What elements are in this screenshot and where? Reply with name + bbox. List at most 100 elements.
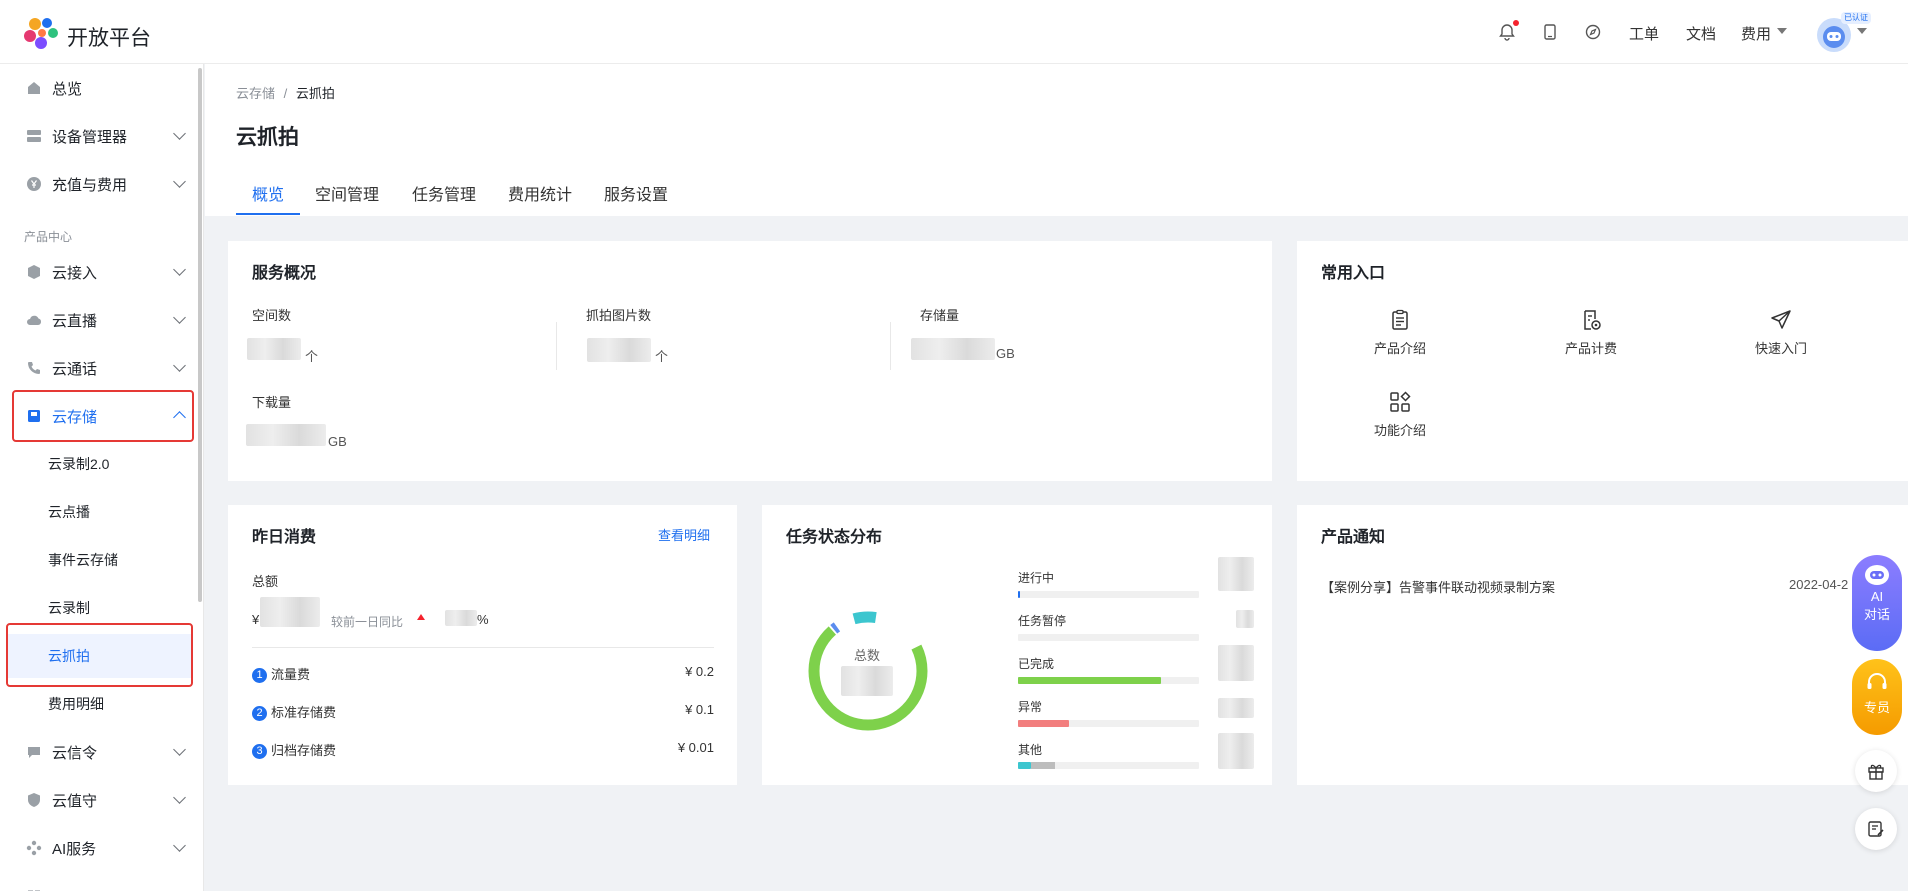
notice-item-date: 2022-04-2	[1789, 577, 1849, 592]
sidebar-item-label: 充值与费用	[52, 176, 128, 194]
sidebar-item-cloud-call[interactable]: 云通话	[12, 346, 192, 390]
apps-icon	[1390, 391, 1411, 412]
status-label: 其他	[1018, 743, 1043, 757]
sidebar-subitem[interactable]: 费用明细	[8, 682, 192, 726]
quick-entry-label: 产品介绍	[1373, 341, 1426, 356]
sidebar-item-overview[interactable]: 总览	[12, 66, 192, 110]
quick-entry-label: 产品计费	[1564, 341, 1617, 356]
total-value-blurred	[260, 597, 320, 627]
divider	[556, 322, 557, 370]
status-label: 进行中	[1018, 571, 1055, 585]
sidebar-item-cut-off[interactable]	[12, 874, 192, 891]
server-icon	[27, 130, 41, 142]
view-details-link[interactable]: 查看明细	[658, 525, 710, 544]
sidebar-subitem[interactable]: 事件云存储	[8, 538, 192, 582]
fee-value: ¥ 0.01	[677, 740, 714, 755]
donut-center-label: 总数	[853, 648, 880, 663]
download-label: 下载量	[252, 395, 292, 410]
tab-service-settings[interactable]: 服务设置	[604, 181, 668, 205]
breadcrumb-separator: /	[283, 86, 288, 101]
product-notice-card	[1297, 505, 1908, 785]
quick-entry-pricing[interactable]: 产品计费	[1531, 308, 1651, 357]
feedback-button[interactable]	[1855, 808, 1897, 850]
sidebar-subitem[interactable]: 云录制2.0	[8, 442, 192, 486]
sidebar-item-device-manager[interactable]: 设备管理器	[12, 114, 192, 158]
expert-service-label: 专员	[1863, 700, 1890, 715]
card-title: 常用入口	[1321, 265, 1386, 282]
fees-dropdown[interactable]: 费用	[1741, 23, 1771, 44]
download-unit: GB	[328, 434, 347, 449]
verified-badge: 已认证	[1841, 12, 1871, 24]
fee-row: 1 流量费 ¥ 0.2	[252, 664, 714, 684]
quick-entry-label: 快速入门	[1754, 341, 1807, 356]
notice-item-title[interactable]: 【案例分享】告警事件联动视频录制方案	[1321, 577, 1555, 596]
platform-name[interactable]: 开放平台	[67, 22, 151, 52]
storage-unit: GB	[996, 346, 1015, 361]
quick-entry-feature-intro[interactable]: 功能介绍	[1340, 390, 1460, 439]
sidebar-item-cloud-guard[interactable]: 云值守	[12, 778, 192, 822]
sidebar-subitem[interactable]: 云录制	[8, 586, 192, 630]
sidebar-item-recharge[interactable]: 充值与费用	[12, 162, 192, 206]
status-bar-fill	[1018, 591, 1020, 598]
space-count-label: 空间数	[252, 308, 292, 323]
quick-entry-label: 功能介绍	[1373, 423, 1426, 438]
headset-icon	[1867, 673, 1887, 689]
fee-name: 流量费	[271, 667, 311, 682]
chevron-down-icon	[173, 359, 186, 372]
yen-coin-icon	[27, 177, 41, 191]
quick-entry-quick-start[interactable]: 快速入门	[1721, 308, 1841, 357]
tab-fee-statistics[interactable]: 费用统计	[508, 181, 572, 205]
sidebar-subitem-selected[interactable]: 云抓拍	[8, 634, 192, 678]
tab-task-management[interactable]: 任务管理	[412, 181, 476, 205]
snap-count-unit: 个	[655, 349, 669, 364]
page-title: 云抓拍	[236, 126, 299, 149]
chevron-down-icon	[173, 743, 186, 756]
edit-note-icon	[1868, 821, 1884, 837]
sidebar-scrollbar[interactable]	[198, 68, 202, 602]
home-icon	[28, 82, 40, 94]
docs-link[interactable]: 文档	[1686, 23, 1716, 44]
percent-symbol: %	[477, 612, 489, 627]
ai-chat-button[interactable]: AI 对话	[1852, 555, 1902, 651]
paper-plane-icon	[1771, 310, 1791, 329]
card-title: 任务状态分布	[786, 529, 883, 546]
breadcrumb: 云存储 / 云抓拍	[236, 83, 335, 102]
clipboard-list-icon	[1392, 309, 1408, 330]
sidebar-subitem[interactable]: 云点播	[8, 490, 192, 534]
sidebar-item-cloud-signal[interactable]: 云信令	[12, 730, 192, 774]
status-label: 异常	[1018, 700, 1043, 714]
card-title: 昨日消费	[252, 529, 317, 546]
gift-button[interactable]	[1855, 750, 1897, 792]
workorder-link[interactable]: 工单	[1629, 23, 1659, 44]
breadcrumb-parent[interactable]: 云存储	[236, 86, 275, 101]
sidebar-item-cloud-access[interactable]: 云接入	[12, 250, 192, 294]
percent-value-blurred	[445, 610, 477, 626]
sidebar-item-ai-service[interactable]: AI服务	[12, 826, 192, 870]
card-title: 服务概况	[252, 265, 317, 282]
quick-entry-product-intro[interactable]: 产品介绍	[1340, 308, 1460, 357]
sidebar: 总览 设备管理器 充值与费用 产品中心 云接入 云直播 云通话 云存储 云录制2…	[0, 64, 204, 891]
platform-logo[interactable]	[22, 16, 60, 52]
compass-icon[interactable]	[1583, 22, 1603, 42]
tab-overview[interactable]: 概览	[252, 181, 284, 205]
sidebar-item-cloud-storage[interactable]: 云存储	[12, 394, 192, 438]
expert-service-button[interactable]: 专员	[1852, 659, 1902, 735]
divider	[890, 322, 891, 370]
compare-label: 较前一日同比	[331, 615, 404, 629]
chevron-down-icon[interactable]	[1777, 28, 1787, 34]
status-count-blurred	[1218, 557, 1254, 591]
fee-row: 3 归档存储费 ¥ 0.01	[252, 740, 714, 760]
tab-space-management[interactable]: 空间管理	[315, 181, 379, 205]
currency-symbol: ¥	[252, 612, 260, 627]
storage-icon	[28, 410, 40, 422]
sidebar-item-label: 云信令	[52, 744, 98, 762]
sidebar-item-cloud-live[interactable]: 云直播	[12, 298, 192, 342]
tablet-icon[interactable]	[1540, 22, 1560, 42]
ai-nodes-icon	[26, 840, 42, 856]
chevron-up-icon	[173, 411, 186, 424]
chevron-down-icon[interactable]	[1857, 28, 1867, 34]
fee-row: 2 标准存储费 ¥ 0.1	[252, 702, 714, 722]
fee-name: 归档存储费	[271, 743, 337, 758]
chevron-down-icon	[173, 127, 186, 140]
gift-icon	[1868, 764, 1884, 780]
